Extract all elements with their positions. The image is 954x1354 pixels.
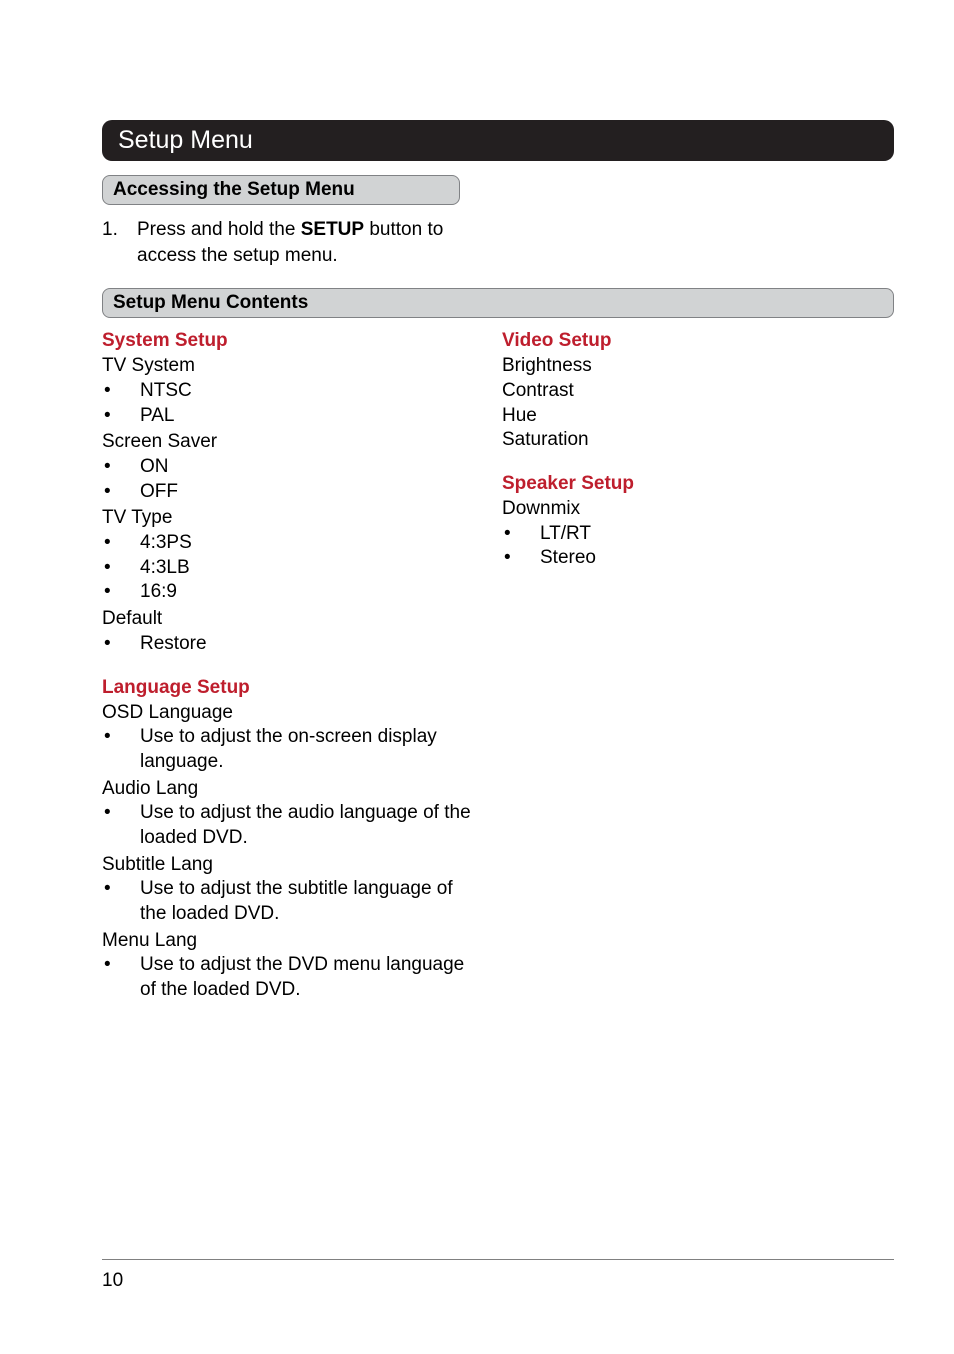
contrast-label: Contrast [502,379,872,404]
text-bold: SETUP [301,219,364,240]
bullet-icon: • [502,522,520,547]
bullet-43ps: • 4:3PS [102,531,472,556]
bullet-icon: • [502,546,520,571]
audio-lang-label: Audio Lang [102,777,472,802]
speaker-setup-heading: Speaker Setup [502,473,872,495]
bullet-43lb: • 4:3LB [102,556,472,581]
bullet-restore: • Restore [102,632,472,657]
bullet-text: Use to adjust the audio language of the … [138,801,472,850]
bullet-icon: • [102,404,120,429]
default-label: Default [102,607,472,632]
bullet-text: 4:3PS [138,531,472,556]
bullet-icon: • [102,480,120,505]
osd-language-label: OSD Language [102,701,472,726]
bullet-text: 16:9 [138,580,472,605]
screen-saver-label: Screen Saver [102,430,472,455]
bullet-icon: • [102,379,120,404]
page-content: Setup Menu Accessing the Setup Menu 1. P… [0,0,954,1005]
bullet-subtitle-desc: • Use to adjust the subtitle language of… [102,877,472,926]
instruction-list: 1. Press and hold the SETUP button to ac… [102,217,894,268]
instruction-text: Press and hold the SETUP button to acces… [137,217,447,268]
bullet-ntsc: • NTSC [102,379,472,404]
bullet-text: Restore [138,632,472,657]
tv-system-label: TV System [102,354,472,379]
bullet-pal: • PAL [102,404,472,429]
bullet-text: 4:3LB [138,556,472,581]
bullet-ltrt: • LT/RT [502,522,872,547]
content-columns: System Setup TV System • NTSC • PAL Scre… [102,330,894,1005]
bullet-icon: • [102,877,120,926]
menu-lang-label: Menu Lang [102,929,472,954]
saturation-label: Saturation [502,428,872,453]
bullet-text: Use to adjust the DVD menu language of t… [138,953,472,1002]
hue-label: Hue [502,404,872,429]
subsection-accessing: Accessing the Setup Menu [102,175,460,205]
bullet-off: • OFF [102,480,472,505]
downmix-label: Downmix [502,497,872,522]
bullet-icon: • [102,632,120,657]
subsection-contents: Setup Menu Contents [102,288,894,318]
bullet-stereo: • Stereo [502,546,872,571]
bullet-icon: • [102,725,120,774]
bullet-text: NTSC [138,379,472,404]
bullet-169: • 16:9 [102,580,472,605]
right-column: Video Setup Brightness Contrast Hue Satu… [502,330,872,1005]
brightness-label: Brightness [502,354,872,379]
bullet-text: LT/RT [538,522,872,547]
list-number: 1. [102,217,137,268]
bullet-text: ON [138,455,472,480]
section-title: Setup Menu [102,120,894,161]
bullet-text: Stereo [538,546,872,571]
left-column: System Setup TV System • NTSC • PAL Scre… [102,330,472,1005]
page-number: 10 [102,1270,123,1291]
bullet-icon: • [102,953,120,1002]
system-setup-heading: System Setup [102,330,472,352]
language-setup-heading: Language Setup [102,677,472,699]
video-setup-heading: Video Setup [502,330,872,352]
bullet-icon: • [102,531,120,556]
bullet-text: OFF [138,480,472,505]
bullet-icon: • [102,455,120,480]
instruction-item: 1. Press and hold the SETUP button to ac… [102,217,894,268]
bullet-text: Use to adjust the on-screen display lang… [138,725,472,774]
bullet-icon: • [102,580,120,605]
bullet-menu-desc: • Use to adjust the DVD menu language of… [102,953,472,1002]
text-pre: Press and hold the [137,219,301,240]
page-footer: 10 [102,1259,894,1292]
bullet-text: Use to adjust the subtitle language of t… [138,877,472,926]
bullet-icon: • [102,801,120,850]
bullet-icon: • [102,556,120,581]
bullet-text: PAL [138,404,472,429]
bullet-osd-desc: • Use to adjust the on-screen display la… [102,725,472,774]
subtitle-lang-label: Subtitle Lang [102,853,472,878]
tv-type-label: TV Type [102,506,472,531]
bullet-audio-desc: • Use to adjust the audio language of th… [102,801,472,850]
bullet-on: • ON [102,455,472,480]
